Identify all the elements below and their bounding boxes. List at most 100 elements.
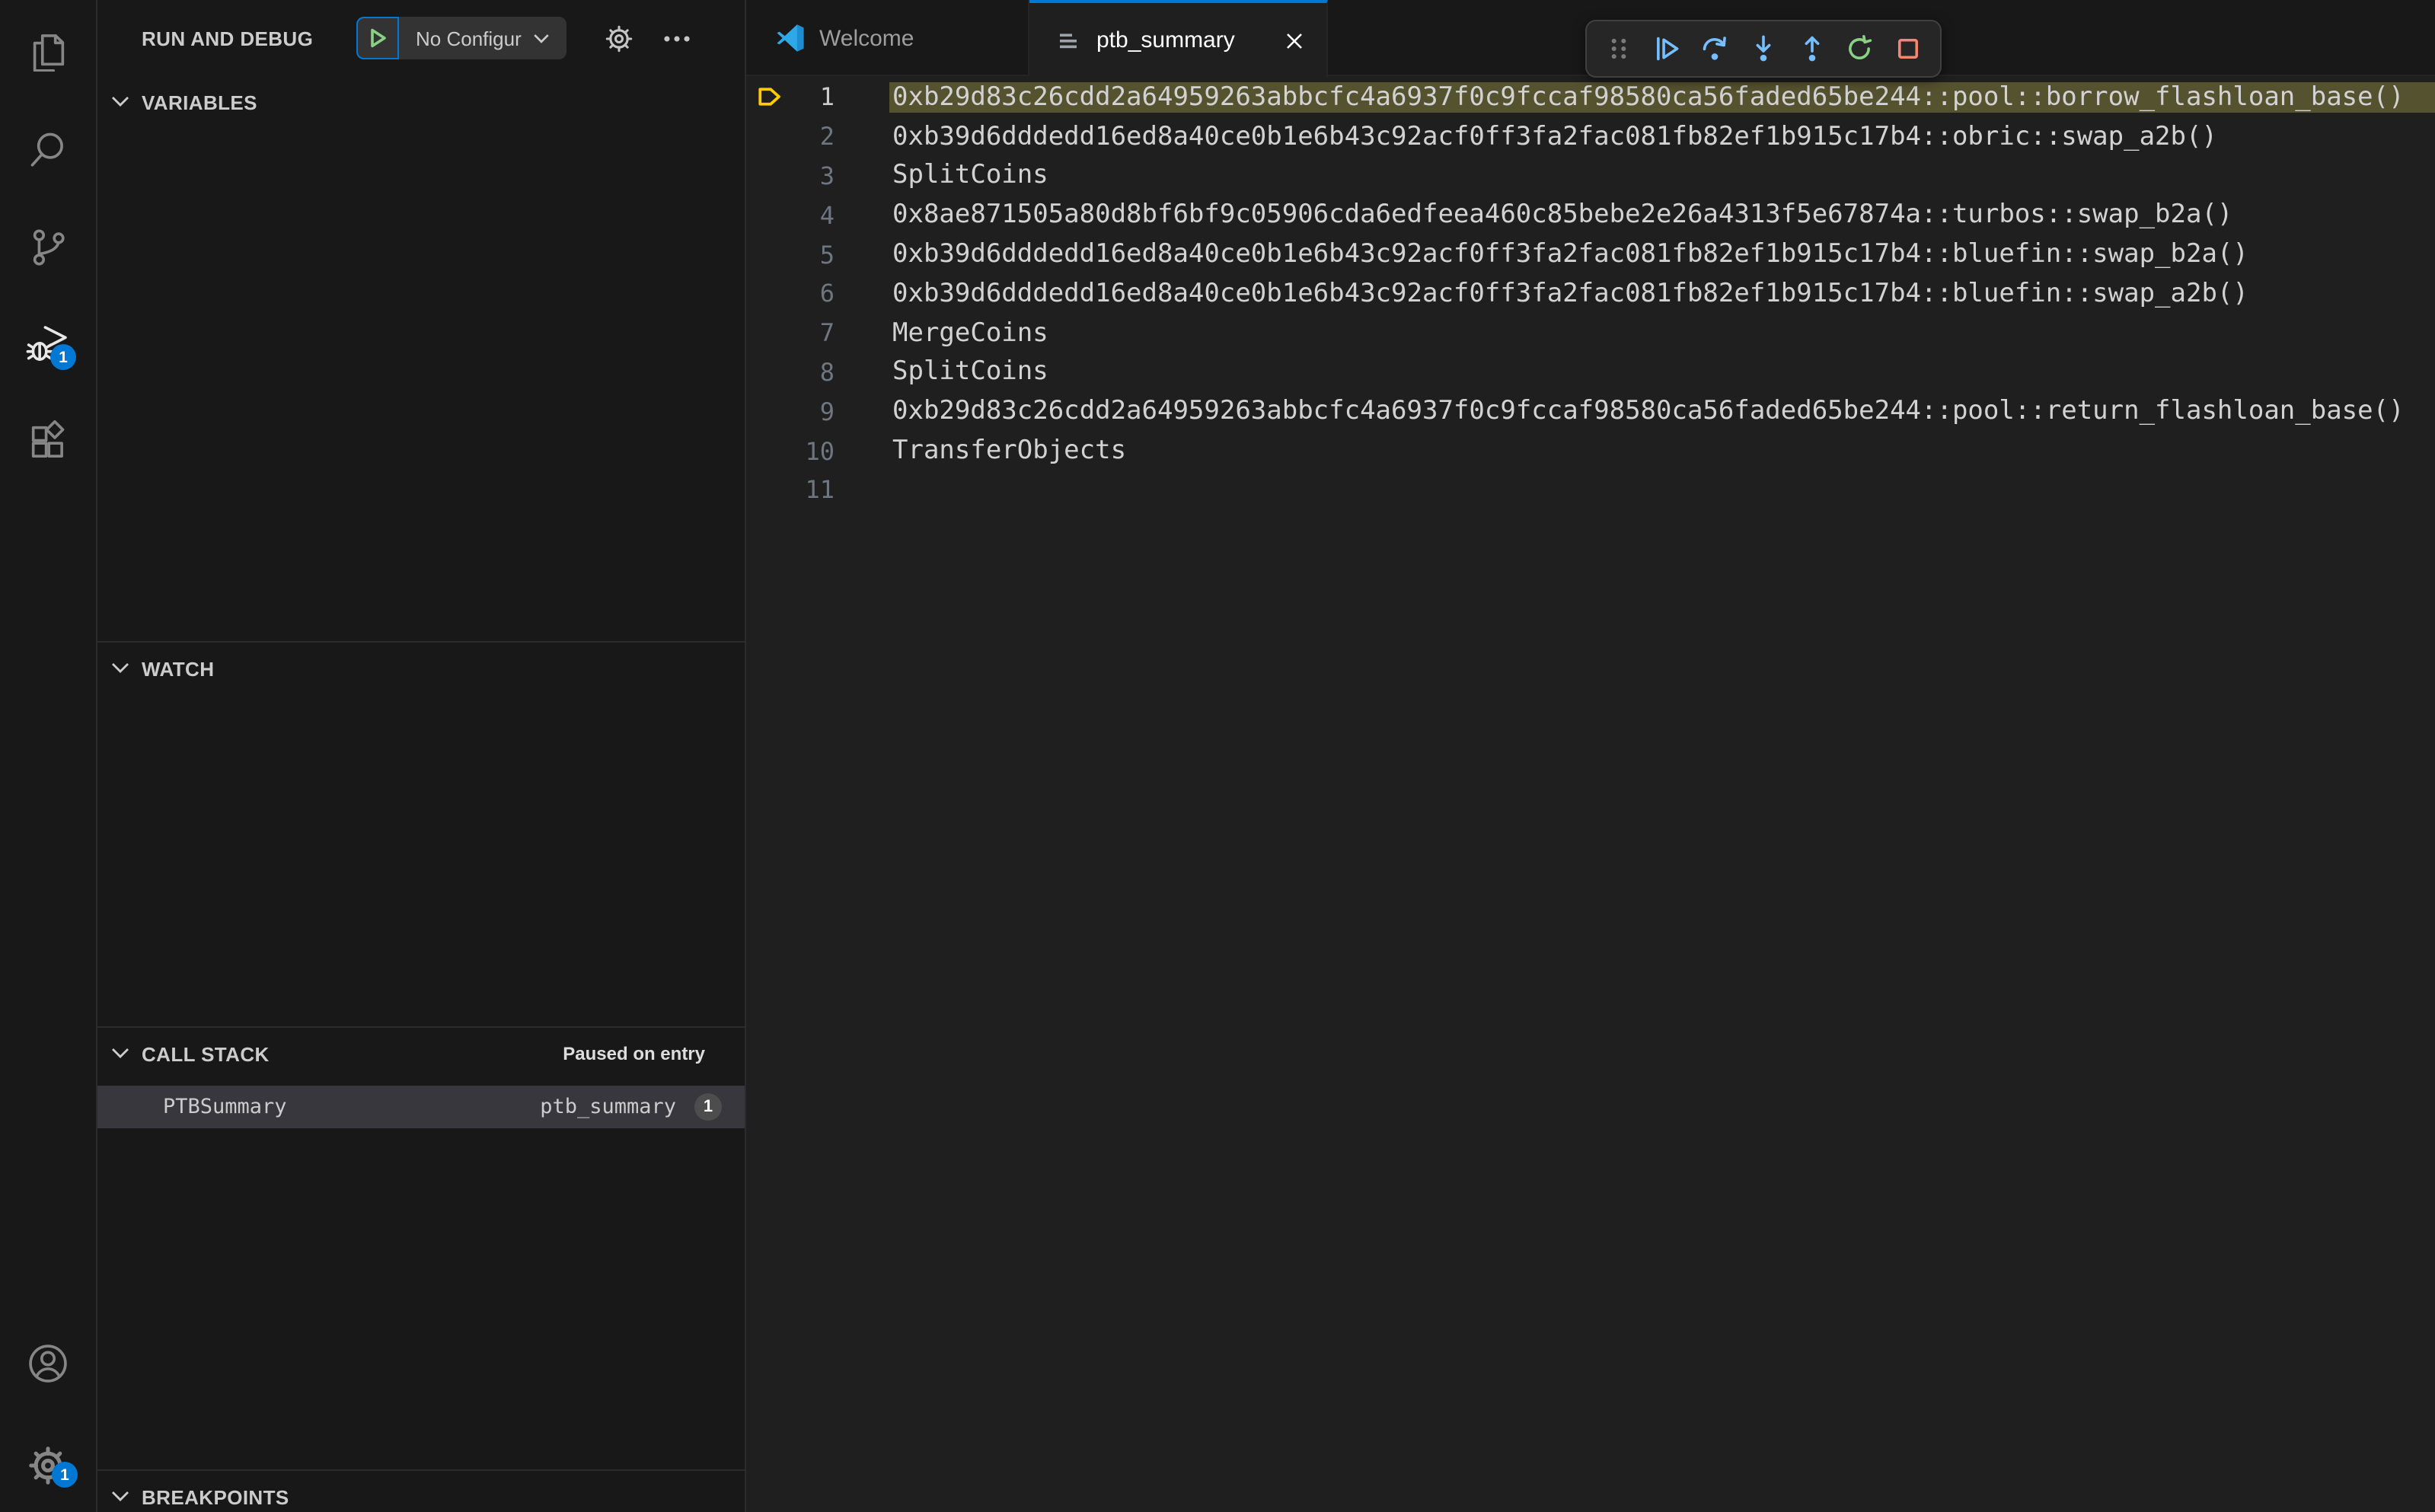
watch-section-header[interactable]: WATCH bbox=[97, 643, 745, 694]
code-line[interactable]: 4 0x8ae871505a80d8bf6bf9c05906cda6edfeea4… bbox=[746, 196, 2435, 235]
chevron-down-icon bbox=[112, 97, 129, 107]
breakpoints-section-label: BREAKPOINTS bbox=[142, 1485, 289, 1508]
call-stack-section-header[interactable]: CALL STACK Paused on entry bbox=[97, 1028, 745, 1080]
code-text[interactable]: 0xb29d83c26cdd2a64959263abbcfc4a6937f0c9… bbox=[889, 81, 2435, 113]
step-over-icon bbox=[1703, 37, 1727, 60]
chevron-down-icon bbox=[535, 33, 550, 43]
code-text[interactable]: MergeCoins bbox=[889, 317, 2435, 348]
debug-settings-button[interactable] bbox=[602, 21, 635, 55]
variables-section-header[interactable]: VARIABLES bbox=[97, 76, 745, 128]
ellipsis-icon bbox=[663, 35, 689, 41]
line-number[interactable]: 4 bbox=[746, 201, 835, 230]
restart-icon bbox=[1849, 35, 1872, 59]
stop-button[interactable] bbox=[1887, 27, 1929, 70]
code-text[interactable]: 0xb29d83c26cdd2a64959263abbcfc4a6937f0c9… bbox=[889, 397, 2435, 427]
code-text[interactable]: 0xb39d6dddedd16ed8a40ce0b1e6b43c92acf0ff… bbox=[889, 279, 2435, 309]
line-number[interactable]: 9 bbox=[746, 397, 835, 426]
chevron-down-icon bbox=[112, 1491, 129, 1501]
debug-badge: 1 bbox=[50, 344, 76, 370]
extensions-icon bbox=[31, 419, 65, 457]
restart-button[interactable] bbox=[1839, 27, 1881, 70]
code-line[interactable]: 10 TransferObjects bbox=[746, 431, 2435, 471]
sidebar-item-search[interactable] bbox=[0, 113, 96, 186]
variables-section: VARIABLES bbox=[97, 76, 745, 641]
code-line[interactable]: 8 SplitCoins bbox=[746, 352, 2435, 392]
code-text[interactable]: SplitCoins bbox=[889, 357, 2435, 388]
code-text[interactable]: 0x8ae871505a80d8bf6bf9c05906cda6edfeea46… bbox=[889, 200, 2435, 231]
search-icon bbox=[30, 132, 63, 166]
code-text[interactable]: SplitCoins bbox=[889, 161, 2435, 191]
tab-welcome[interactable]: Welcome bbox=[746, 0, 1029, 76]
line-number[interactable]: 8 bbox=[746, 358, 835, 387]
accounts-button[interactable] bbox=[0, 1326, 96, 1399]
debug-toolbar bbox=[1585, 20, 1942, 78]
code-line[interactable]: 6 0xb39d6dddedd16ed8a40ce0b1e6b43c92acf0f… bbox=[746, 274, 2435, 314]
step-over-button[interactable] bbox=[1694, 27, 1737, 70]
frame-name: PTBSummary bbox=[163, 1095, 287, 1119]
source-control-icon bbox=[33, 228, 65, 265]
more-actions-button[interactable] bbox=[659, 21, 693, 55]
close-tab-button[interactable] bbox=[1281, 27, 1308, 54]
code-line[interactable]: 3 SplitCoins bbox=[746, 156, 2435, 196]
drag-grip-icon bbox=[1611, 38, 1626, 59]
line-number[interactable]: 7 bbox=[746, 318, 835, 347]
code-text[interactable]: 0xb39d6dddedd16ed8a40ce0b1e6b43c92acf0ff… bbox=[889, 239, 2435, 270]
settings-button[interactable] bbox=[0, 1428, 96, 1501]
toolbar-drag-handle[interactable] bbox=[1597, 27, 1640, 70]
tab-ptb-summary[interactable]: ptb_summary bbox=[1029, 0, 1328, 78]
variables-section-label: VARIABLES bbox=[142, 91, 257, 113]
continue-icon bbox=[1656, 37, 1678, 61]
line-number[interactable]: 11 bbox=[746, 476, 835, 505]
call-stack-section: CALL STACK Paused on entry PTBSummary pt… bbox=[97, 1026, 745, 1469]
sidebar-item-run-and-debug[interactable] bbox=[0, 308, 96, 381]
sidebar-item-extensions[interactable] bbox=[0, 405, 96, 478]
continue-button[interactable] bbox=[1645, 27, 1688, 70]
chevron-down-icon bbox=[112, 663, 129, 673]
close-icon bbox=[1287, 33, 1302, 48]
code-line[interactable]: 1 0xb29d83c26cdd2a64959263abbcfc4a6937f0c… bbox=[746, 78, 2435, 117]
run-and-debug-sidebar: RUN AND DEBUG No Configur VARIABLES WATC… bbox=[97, 0, 746, 1512]
debug-configuration-select[interactable]: No Configur bbox=[399, 17, 567, 59]
chevron-down-icon bbox=[112, 1048, 129, 1058]
line-number[interactable]: 3 bbox=[746, 161, 835, 190]
line-number[interactable]: 5 bbox=[746, 240, 835, 269]
line-number[interactable]: 6 bbox=[746, 279, 835, 308]
line-number[interactable]: 2 bbox=[746, 122, 835, 151]
vscode-logo-icon bbox=[777, 24, 804, 52]
step-into-icon bbox=[1756, 35, 1771, 62]
debug-status-text: Paused on entry bbox=[563, 1043, 705, 1064]
breakpoints-section: BREAKPOINTS bbox=[97, 1469, 745, 1512]
code-line[interactable]: 2 0xb39d6dddedd16ed8a40ce0b1e6b43c92acf0f… bbox=[746, 117, 2435, 157]
step-out-icon bbox=[1804, 36, 1819, 62]
activity-bar: 1 1 bbox=[0, 0, 97, 1512]
breakpoints-section-header[interactable]: BREAKPOINTS bbox=[97, 1471, 745, 1512]
current-line-arrow-icon bbox=[758, 88, 780, 106]
code-line[interactable]: 11 bbox=[746, 471, 2435, 510]
code-text[interactable]: 0xb39d6dddedd16ed8a40ce0b1e6b43c92acf0ff… bbox=[889, 121, 2435, 152]
settings-badge: 1 bbox=[52, 1462, 78, 1488]
code-line[interactable]: 7 MergeCoins bbox=[746, 314, 2435, 353]
sidebar-item-explorer[interactable] bbox=[0, 12, 96, 85]
stop-icon bbox=[1898, 38, 1919, 59]
sidebar-item-source-control[interactable] bbox=[0, 210, 96, 283]
start-debugging-button[interactable] bbox=[356, 17, 399, 59]
sidebar-title: RUN AND DEBUG bbox=[142, 27, 314, 50]
code-line[interactable]: 5 0xb39d6dddedd16ed8a40ce0b1e6b43c92acf0f… bbox=[746, 234, 2435, 274]
watch-section: WATCH bbox=[97, 641, 745, 1026]
code-text[interactable]: TransferObjects bbox=[889, 435, 2435, 466]
code-line[interactable]: 9 0xb29d83c26cdd2a64959263abbcfc4a6937f0c… bbox=[746, 392, 2435, 432]
editor-area: Welcome ptb_summary 1 0xb29d83c26cdd2a64… bbox=[746, 0, 2435, 1512]
debug-configuration-label: No Configur bbox=[416, 27, 522, 49]
line-number[interactable]: 10 bbox=[746, 436, 835, 465]
account-icon bbox=[29, 1344, 67, 1382]
step-into-button[interactable] bbox=[1742, 27, 1785, 70]
watch-section-label: WATCH bbox=[142, 657, 215, 680]
step-out-button[interactable] bbox=[1790, 27, 1833, 70]
launch-control: No Configur bbox=[356, 17, 567, 59]
call-stack-frame[interactable]: PTBSummary ptb_summary 1 bbox=[97, 1086, 745, 1128]
play-icon bbox=[371, 28, 386, 48]
tab-label: Welcome bbox=[819, 25, 914, 51]
vscode-window: 1 1 RUN AND DEBUG No Configur VARIABLES … bbox=[0, 0, 2435, 1512]
gear-icon bbox=[605, 24, 632, 52]
code-lines: 1 0xb29d83c26cdd2a64959263abbcfc4a6937f0c… bbox=[746, 78, 2435, 510]
